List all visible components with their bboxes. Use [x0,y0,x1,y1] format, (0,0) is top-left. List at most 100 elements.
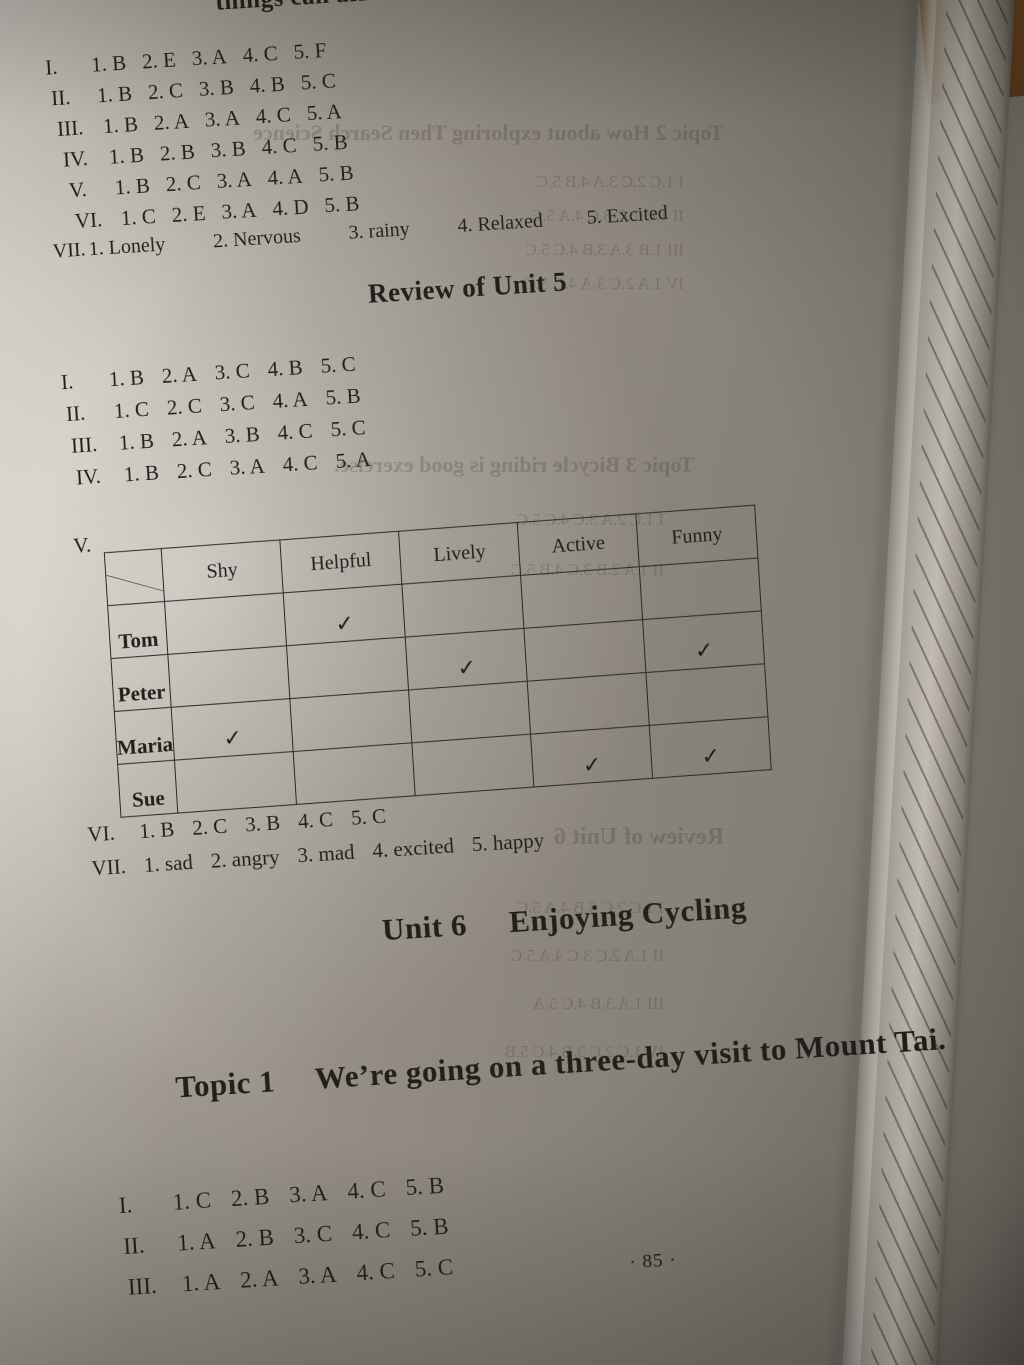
trait-row-header-maria: Maria [114,707,175,765]
trait-cell-maria-shy: ✓ [171,698,294,761]
answer-block-review-top: I. 1. B 2. A 3. C 4. B 5. C II. 1. C 2. C 3. C 4. … [0,0,979,490]
trait-cell-tom-shy [164,592,287,655]
answer-item: 2. A [171,425,208,452]
answer-item: 2. A [161,361,198,388]
trait-row-header-sue: Sue [117,760,178,818]
answer-item: 1. A [176,1228,217,1256]
answer-item: 3. mad [296,839,356,868]
answer-item: 3. B [224,421,261,449]
trait-cell-peter-shy [167,645,290,708]
trait-column-header-funny: Funny [635,505,758,567]
answer-roman-numeral: II. [122,1232,146,1260]
check-icon: ✓ [694,637,715,665]
table-corner-cell [104,548,165,606]
answer-item: 2. angry [210,844,281,873]
check-icon: ✓ [700,743,721,771]
answer-item: 5. C [299,68,337,95]
answer-item: 3. rainy [347,218,411,244]
answer-item: 3. B [244,810,281,837]
answer-item: 4. C [281,450,319,477]
answer-roman-numeral: I. [60,369,75,395]
answer-item: 4. Relaxed [456,209,544,238]
trait-cell-tom-funny [639,557,762,620]
top-partial-heading: things can affect our feelings. [215,0,543,17]
answer-item: 2. E [141,47,177,74]
answer-block-review-bottom: VI. 1. B 2. C 3. B 4. C 5. C VII. 1. sad 2. angr… [0,0,979,881]
trait-cell-maria-lively [408,681,531,743]
answer-item: 1. Lonely [88,233,166,261]
answer-roman-numeral: II. [65,400,86,427]
answer-item: 3. A [229,453,266,480]
answer-item: 2. C [165,170,202,197]
answer-item: 1. B [123,460,160,487]
answer-item: 4. B [266,355,304,382]
answer-item: 5. C [350,803,387,830]
answer-item: 4. A [271,386,309,414]
answer-item: 2. E [171,200,207,227]
trait-column-header-active: Active [517,513,640,576]
answer-item: 3. A [220,197,258,224]
answer-item: 5. C [329,415,367,442]
trait-cell-peter-lively: ✓ [405,628,528,690]
answer-item: 5. A [305,99,343,126]
answer-item: 2. C [191,813,228,840]
trait-cell-maria-helpful [289,689,412,752]
answer-roman-numeral: III. [70,432,98,458]
printed-content: things can affect our feelings. I. 1. B 2.… [0,0,1024,1365]
answer-item: 2. B [159,139,196,166]
page-number: · 85 · [628,1249,678,1274]
answer-item: 5. B [324,383,362,410]
answer-item: 2. C [147,78,184,105]
answer-item: 1. B [90,50,127,77]
topic1-heading: Topic 1 We’re going on a three-day visit… [174,1021,947,1105]
trait-cell-tom-helpful: ✓ [283,584,406,646]
answer-item: 5. B [317,160,355,187]
unit6-label: Unit 6 [380,906,468,948]
answer-item: 2. A [153,108,190,135]
answer-roman-numeral: VII. [52,238,87,263]
trait-row-header-tom: Tom [107,601,168,659]
answer-line: II. 1. A 2. B 3. C 4. C 5. B [123,1214,450,1260]
trait-cell-sue-lively [411,734,534,796]
trait-column-header-lively: Lively [398,522,521,585]
unit6-title: Enjoying Cycling [508,889,748,940]
trait-cell-peter-funny: ✓ [642,610,765,673]
answer-line: III. 1. A 2. A 3. A 4. C 5. C [127,1254,454,1300]
answer-item: 3. A [288,1180,329,1208]
topic1-title: We’re going on a three-day visit to Moun… [313,1021,948,1096]
answer-block-unit5-topic3: I. 1. B 2. E 3. A 4. C 5. F II. 1. B 2. C 3. B 4. … [0,0,979,263]
answer-item: 3. A [297,1261,338,1290]
trait-cell-sue-active: ✓ [530,725,653,787]
answer-item: 5. B [404,1172,445,1201]
answer-roman-numeral: VII. [90,854,127,881]
trait-cell-sue-shy [174,751,297,814]
answer-item: 5. happy [471,827,545,857]
answer-item: 4. C [297,807,334,834]
answer-item: 4. C [260,133,298,160]
answer-item: 4. D [271,194,310,221]
topic1-label: Topic 1 [174,1063,277,1105]
trait-column-header-shy: Shy [161,539,284,602]
answer-roman-numeral: III. [56,115,85,142]
answer-block-unit6-topic1: I. 1. C 2. B 3. A 4. C 5. B II. 1. A 2. B 3. C 4. … [0,0,979,1300]
answer-item: 3. C [292,1220,333,1249]
answer-roman-numeral: III. [127,1273,158,1300]
unit6-heading: Unit 6 Enjoying Cycling [381,889,748,948]
answer-roman-numeral: I. [118,1192,134,1219]
answer-item: 5. B [409,1213,450,1242]
trait-cell-tom-lively [401,575,524,638]
answer-item: 4. C [346,1176,387,1204]
answer-item: 3. B [210,136,247,163]
answer-item: 4. A [266,163,304,190]
answer-roman-numeral: V. [68,177,88,203]
answer-item: 1. A [181,1269,221,1297]
trait-column-header-helpful: Helpful [279,531,402,593]
answer-item: 2. B [234,1224,275,1253]
check-icon: ✓ [582,752,603,779]
answer-item: 5. B [311,129,349,156]
answer-item: 1. C [113,396,150,424]
trait-row-header-peter: Peter [110,654,172,712]
answer-roman-numeral: VI. [86,820,116,847]
answer-item: 4. C [355,1258,396,1286]
trait-cell-sue-helpful [293,742,416,805]
